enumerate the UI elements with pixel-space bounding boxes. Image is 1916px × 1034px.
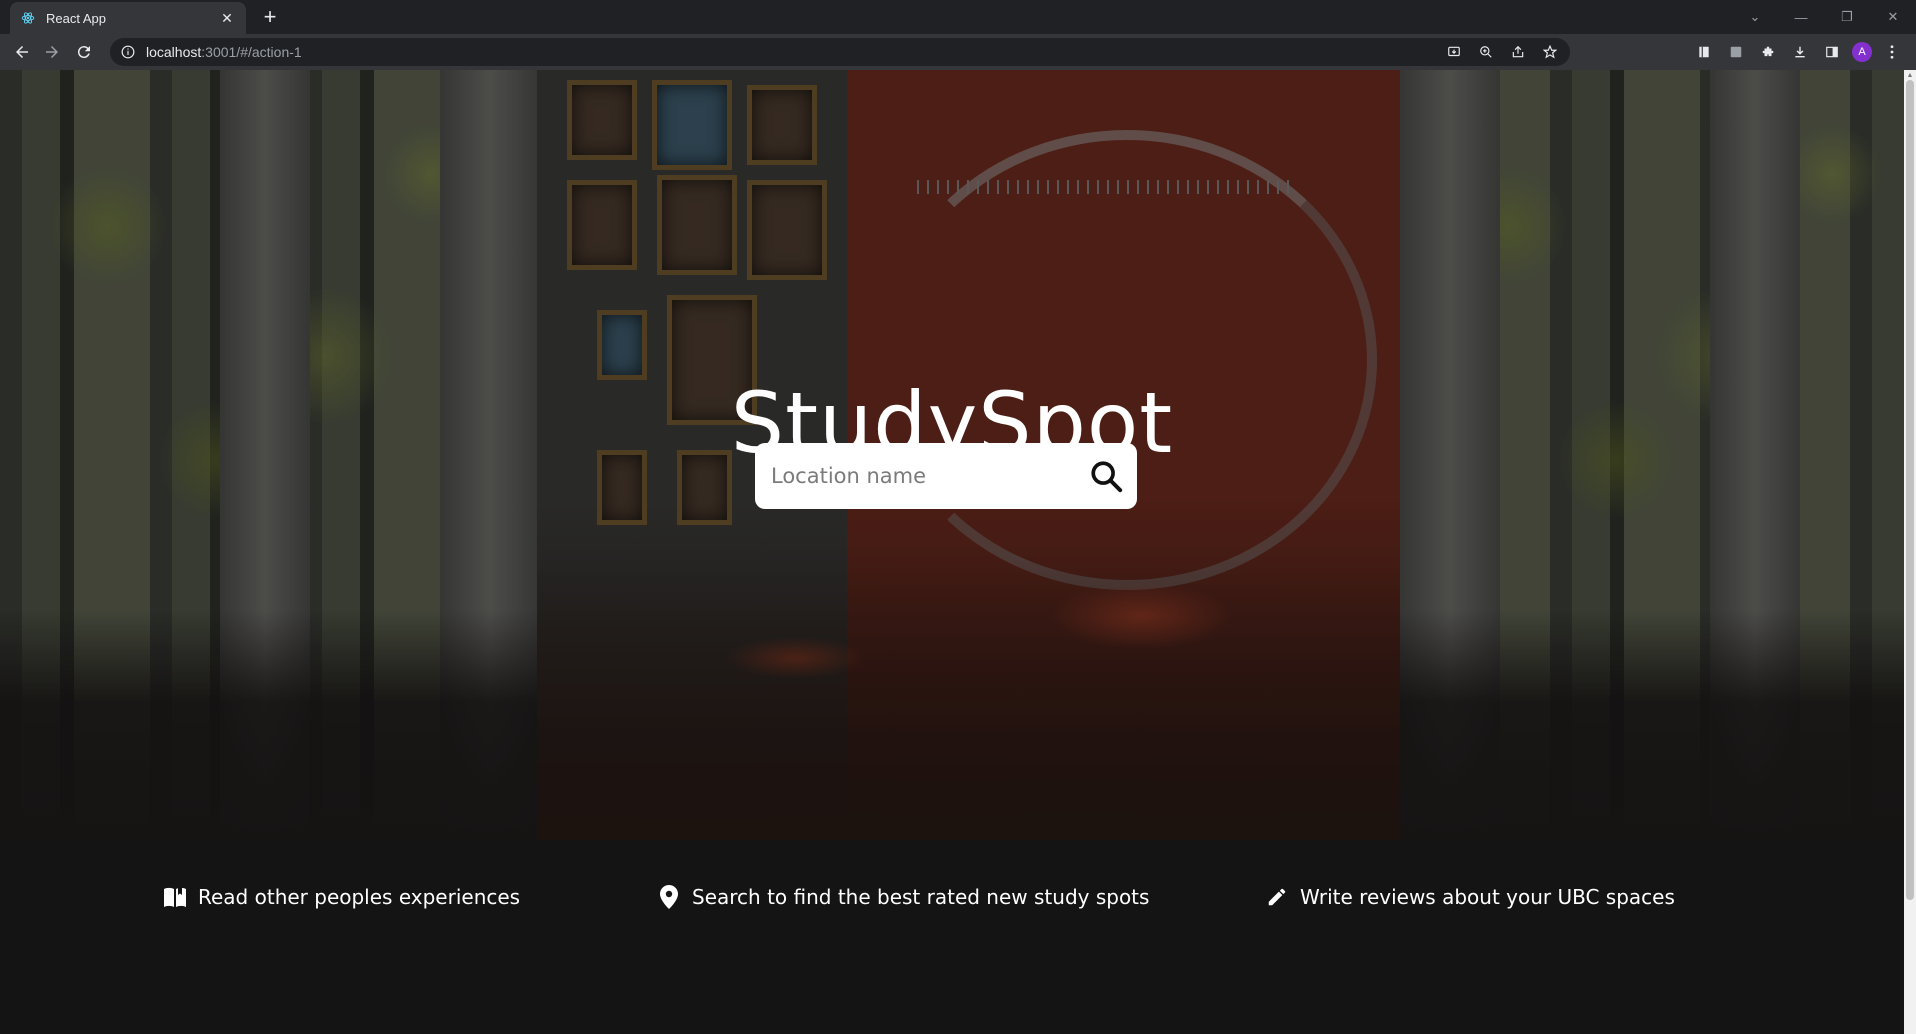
url-path: :3001/#/action-1 bbox=[201, 44, 302, 60]
reload-button[interactable] bbox=[72, 40, 96, 64]
feature-text: Read other peoples experiences bbox=[198, 885, 521, 909]
forward-button[interactable] bbox=[40, 40, 64, 64]
react-logo-icon bbox=[20, 10, 36, 26]
search-bar bbox=[755, 443, 1137, 509]
browser-titlebar: React App ✕ + ⌄ — ❐ ✕ bbox=[0, 0, 1916, 34]
tab-close-icon[interactable]: ✕ bbox=[218, 9, 236, 27]
extension-icon[interactable] bbox=[1724, 40, 1748, 64]
new-tab-button[interactable]: + bbox=[258, 6, 282, 30]
feature-text: Search to find the best rated new study … bbox=[692, 885, 1150, 909]
scrollbar-thumb[interactable] bbox=[1906, 80, 1914, 900]
url-host: localhost bbox=[146, 44, 202, 60]
tab-title: React App bbox=[46, 10, 106, 26]
omnibox-actions bbox=[1444, 42, 1560, 62]
puzzle-icon[interactable] bbox=[1756, 40, 1780, 64]
more-menu-icon[interactable] bbox=[1880, 40, 1904, 64]
minimize-button[interactable]: — bbox=[1778, 10, 1824, 25]
feature-text: Write reviews about your UBC spaces bbox=[1300, 885, 1675, 909]
page-viewport: StudySpot Read other peoples experiences… bbox=[0, 70, 1904, 1034]
browser-tab[interactable]: React App ✕ bbox=[10, 2, 246, 34]
extensions-area: A bbox=[1692, 40, 1904, 64]
download-icon[interactable] bbox=[1788, 40, 1812, 64]
profile-avatar[interactable]: A bbox=[1852, 42, 1872, 62]
feature-read-experiences: Read other peoples experiences bbox=[162, 884, 520, 910]
scroll-up-arrow-icon[interactable]: ▲ bbox=[1906, 72, 1914, 79]
search-input[interactable] bbox=[771, 464, 1087, 488]
book-open-icon bbox=[162, 884, 188, 910]
side-panel-icon[interactable] bbox=[1820, 40, 1844, 64]
features-section: Read other peoples experiences Search to… bbox=[0, 840, 1904, 1034]
site-info-icon[interactable] bbox=[120, 44, 136, 60]
address-bar[interactable]: localhost:3001/#/action-1 bbox=[110, 38, 1570, 66]
feature-write-reviews: Write reviews about your UBC spaces bbox=[1264, 884, 1675, 910]
extension-icon[interactable] bbox=[1692, 40, 1716, 64]
location-pin-icon bbox=[656, 884, 682, 910]
bookmark-star-icon[interactable] bbox=[1540, 42, 1560, 62]
page-scrollbar[interactable]: ▲ bbox=[1904, 70, 1916, 1034]
restore-button[interactable]: ❐ bbox=[1824, 9, 1870, 25]
window-controls: ⌄ — ❐ ✕ bbox=[1732, 0, 1916, 34]
pencil-icon bbox=[1264, 884, 1290, 910]
browser-toolbar: localhost:3001/#/action-1 A bbox=[0, 34, 1916, 70]
tab-search-icon[interactable]: ⌄ bbox=[1732, 9, 1778, 25]
search-button[interactable] bbox=[1087, 457, 1125, 495]
close-window-button[interactable]: ✕ bbox=[1870, 9, 1916, 25]
back-button[interactable] bbox=[10, 40, 34, 64]
hero-section: StudySpot bbox=[0, 70, 1904, 840]
feature-search-spots: Search to find the best rated new study … bbox=[656, 884, 1149, 910]
install-app-icon[interactable] bbox=[1444, 42, 1464, 62]
share-icon[interactable] bbox=[1508, 42, 1528, 62]
search-icon bbox=[1091, 461, 1123, 493]
zoom-icon[interactable] bbox=[1476, 42, 1496, 62]
